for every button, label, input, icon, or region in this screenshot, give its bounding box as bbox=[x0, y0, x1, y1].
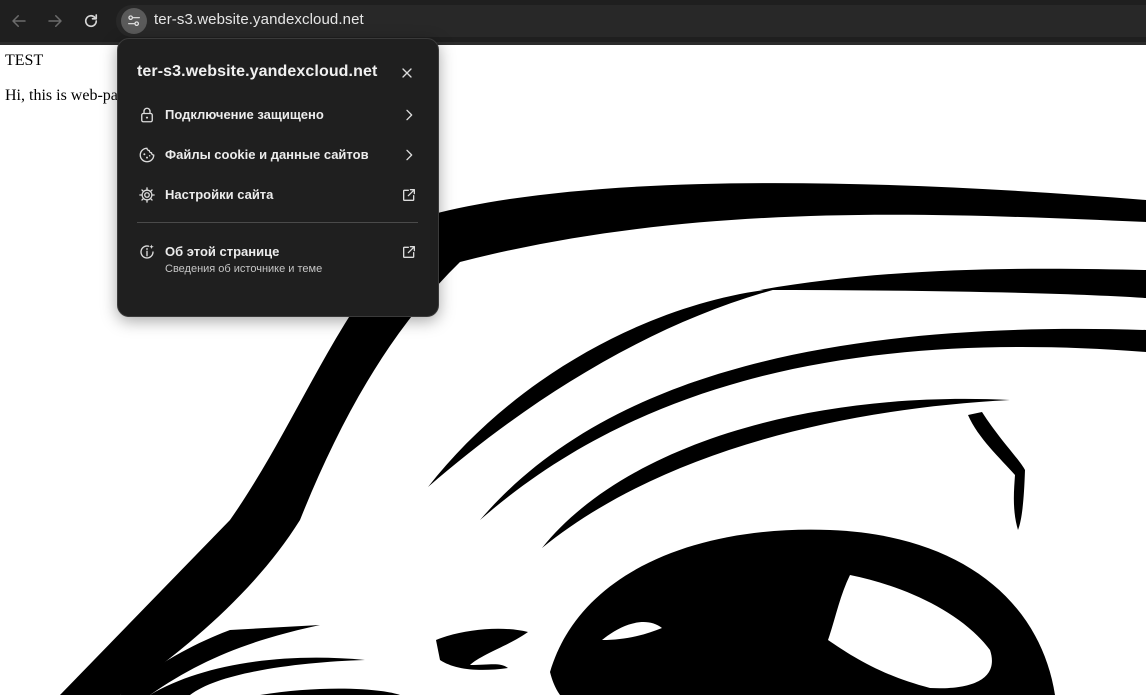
url-text[interactable]: ter-s3.website.yandexcloud.net bbox=[154, 11, 364, 28]
site-info-popup: ter-s3.website.yandexcloud.net Подключен… bbox=[117, 38, 439, 317]
menu-item-site-settings[interactable]: Настройки сайта bbox=[118, 177, 438, 213]
page-heading: TEST bbox=[5, 52, 44, 69]
page-paragraph: Hi, this is web-pa bbox=[5, 87, 118, 104]
menu-item-label: Настройки сайта bbox=[165, 187, 274, 202]
arrow-right-icon bbox=[48, 15, 62, 27]
cookie-icon bbox=[137, 145, 157, 165]
reload-button[interactable] bbox=[79, 9, 103, 33]
forward-button[interactable] bbox=[43, 9, 67, 33]
popup-title: ter-s3.website.yandexcloud.net bbox=[137, 63, 378, 80]
close-button[interactable] bbox=[398, 64, 416, 82]
chevron-right-icon bbox=[400, 146, 418, 164]
site-info-button[interactable] bbox=[121, 8, 147, 34]
gear-icon bbox=[137, 185, 157, 205]
lock-icon bbox=[137, 105, 157, 125]
menu-item-cookies[interactable]: Файлы cookie и данные сайтов bbox=[118, 137, 438, 173]
menu-item-label: Подключение защищено bbox=[165, 107, 324, 122]
chevron-right-icon bbox=[400, 106, 418, 124]
menu-item-sublabel: Сведения об источнике и теме bbox=[165, 263, 323, 275]
menu-item-label: Файлы cookie и данные сайтов bbox=[165, 147, 369, 162]
info-sparkle-icon bbox=[137, 242, 157, 262]
divider bbox=[137, 222, 418, 223]
menu-item-connection-secure[interactable]: Подключение защищено bbox=[118, 97, 438, 133]
open-external-icon bbox=[400, 243, 418, 261]
browser-toolbar: ter-s3.website.yandexcloud.net bbox=[0, 0, 1146, 42]
tune-icon bbox=[128, 15, 140, 26]
back-button[interactable] bbox=[7, 9, 31, 33]
menu-item-about-page[interactable]: Об этой странице Сведения об источнике и… bbox=[118, 234, 438, 282]
menu-item-label: Об этой странице bbox=[165, 244, 280, 259]
close-icon bbox=[402, 68, 412, 78]
arrow-left-icon bbox=[12, 15, 26, 27]
open-external-icon bbox=[400, 186, 418, 204]
reload-icon bbox=[84, 14, 98, 28]
